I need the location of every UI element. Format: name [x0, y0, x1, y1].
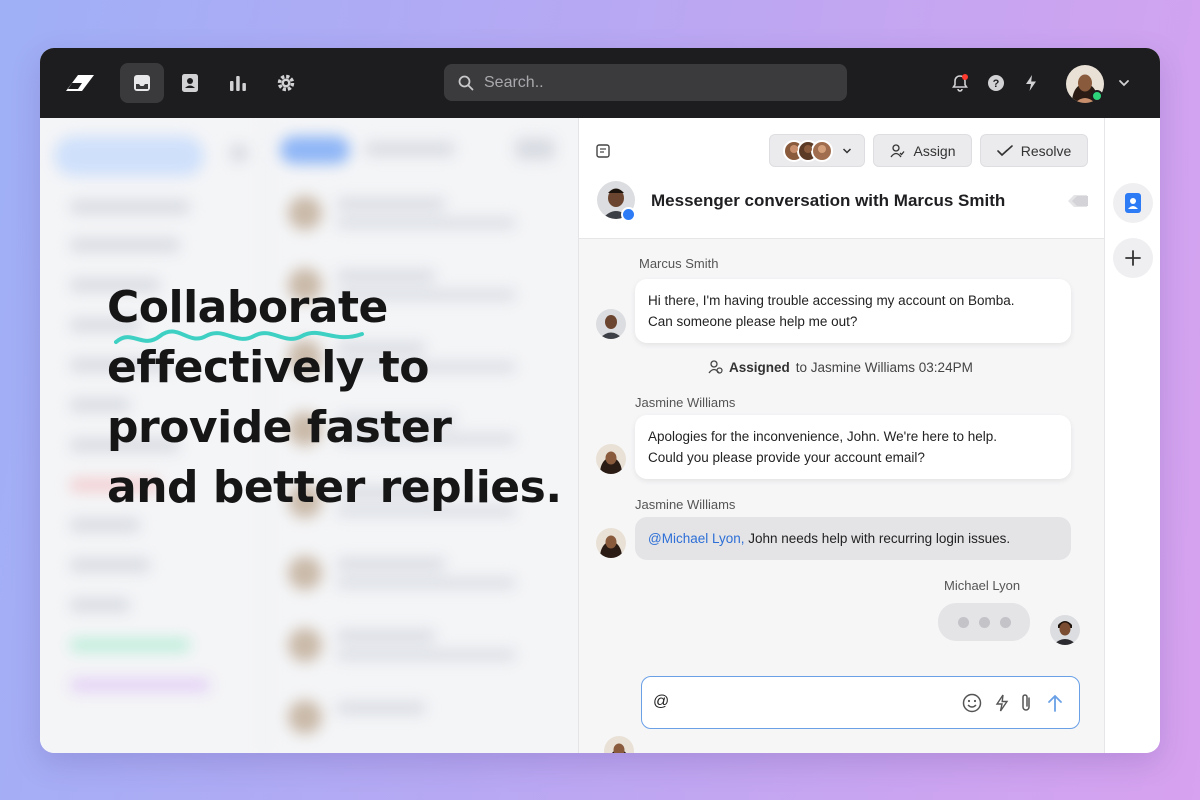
sender-avatar — [596, 528, 626, 558]
message-text-line: Could you please provide your account em… — [648, 450, 925, 465]
contacts-icon — [182, 74, 198, 92]
conversation-header: Assign Resolve Messenger conversation wi — [579, 118, 1105, 239]
help-button[interactable]: ? — [985, 72, 1007, 94]
svg-text:?: ? — [993, 78, 1000, 90]
add-panel-button[interactable] — [1113, 238, 1153, 278]
contact-card-icon — [1125, 193, 1141, 213]
nav-reports[interactable] — [216, 63, 260, 103]
event-detail: to Jasmine Williams 03:24PM — [795, 359, 973, 375]
headline-line-4: and better replies. — [107, 462, 562, 513]
resolve-button[interactable]: Resolve — [980, 134, 1088, 167]
sender-avatar — [596, 444, 626, 474]
participants-dropdown[interactable] — [769, 134, 865, 167]
notes-icon[interactable] — [596, 144, 610, 158]
attach-button[interactable] — [1016, 693, 1036, 713]
private-note-bubble: @Michael Lyon, John needs help with recu… — [635, 517, 1071, 560]
typing-indicator — [938, 603, 1030, 641]
tag-icon[interactable] — [1067, 193, 1089, 209]
send-button[interactable] — [1045, 693, 1065, 713]
headline-line-2: effectively to — [107, 342, 430, 393]
nav-contacts[interactable] — [168, 63, 212, 103]
assign-user-icon — [890, 143, 905, 157]
message-text-line: Hi there, I'm having trouble accessing m… — [648, 293, 1015, 308]
assign-button[interactable]: Assign — [873, 134, 972, 167]
app-window: ? — [40, 48, 1160, 753]
message-sender: Marcus Smith — [639, 256, 719, 271]
app-logo-icon[interactable] — [62, 69, 98, 97]
assign-label: Assign — [913, 142, 956, 159]
chevron-down-icon[interactable] — [1118, 78, 1130, 88]
arrow-up-icon — [1048, 694, 1062, 712]
reply-input[interactable] — [653, 691, 943, 713]
message-sender: Jasmine Williams — [635, 497, 736, 512]
checkmark-icon — [996, 144, 1013, 156]
paperclip-icon — [1022, 694, 1030, 711]
participants-avatars — [783, 139, 833, 162]
help-icon: ? — [988, 75, 1004, 91]
nav-settings[interactable] — [264, 63, 308, 103]
message-text-line: Apologies for the inconvenience, John. W… — [648, 429, 998, 444]
message-bubble: Apologies for the inconvenience, John. W… — [635, 415, 1071, 479]
resolve-label: Resolve — [1020, 142, 1072, 159]
hero-headline: Collaborate effectively to provide faste… — [107, 278, 562, 518]
agent-avatar — [604, 736, 634, 753]
conversation-title: Messenger conversation with Marcus Smith — [651, 191, 1006, 210]
sender-avatar — [596, 309, 626, 339]
message-text: John needs help with recurring login iss… — [744, 531, 1011, 546]
messenger-icon — [621, 207, 636, 222]
lightning-icon — [995, 694, 1009, 712]
message-bubble: Hi there, I'm having trouble accessing m… — [635, 279, 1071, 343]
notifications-button[interactable] — [949, 72, 971, 94]
search-icon — [458, 75, 474, 90]
shortcuts-button[interactable] — [1020, 72, 1042, 94]
reply-composer[interactable] — [641, 676, 1080, 729]
search-input[interactable] — [484, 73, 824, 92]
settings-icon — [277, 74, 295, 92]
lightning-icon — [1026, 75, 1036, 91]
message-text-line: Can someone please help me out? — [648, 314, 858, 329]
event-action: Assigned — [729, 359, 790, 375]
right-rail — [1104, 118, 1160, 753]
headline-line-3: provide faster — [107, 402, 452, 453]
inbox-icon — [134, 75, 150, 91]
contact-details-button[interactable] — [1113, 183, 1153, 223]
emoji-icon — [962, 693, 982, 713]
top-bar: ? — [40, 48, 1160, 118]
typing-user-avatar — [1050, 615, 1080, 645]
emoji-button[interactable] — [962, 693, 982, 713]
reports-icon — [230, 76, 246, 91]
bell-icon — [952, 74, 968, 92]
nav-inbox[interactable] — [120, 63, 164, 103]
headline-line-1: Collaborate — [107, 282, 388, 333]
conversation-pane: Assign Resolve Messenger conversation wi — [578, 118, 1105, 753]
online-status-indicator — [1091, 90, 1103, 102]
search-bar[interactable] — [444, 64, 847, 101]
plus-icon — [1125, 250, 1141, 266]
message-sender: Jasmine Williams — [635, 395, 736, 410]
assignment-event: Assigned to Jasmine Williams 03:24PM — [707, 359, 973, 375]
typing-sender: Michael Lyon — [944, 578, 1021, 593]
canned-response-button[interactable] — [992, 693, 1012, 713]
assign-user-icon — [708, 360, 723, 374]
chevron-down-icon — [842, 147, 852, 154]
user-mention[interactable]: @Michael Lyon, — [648, 531, 745, 546]
